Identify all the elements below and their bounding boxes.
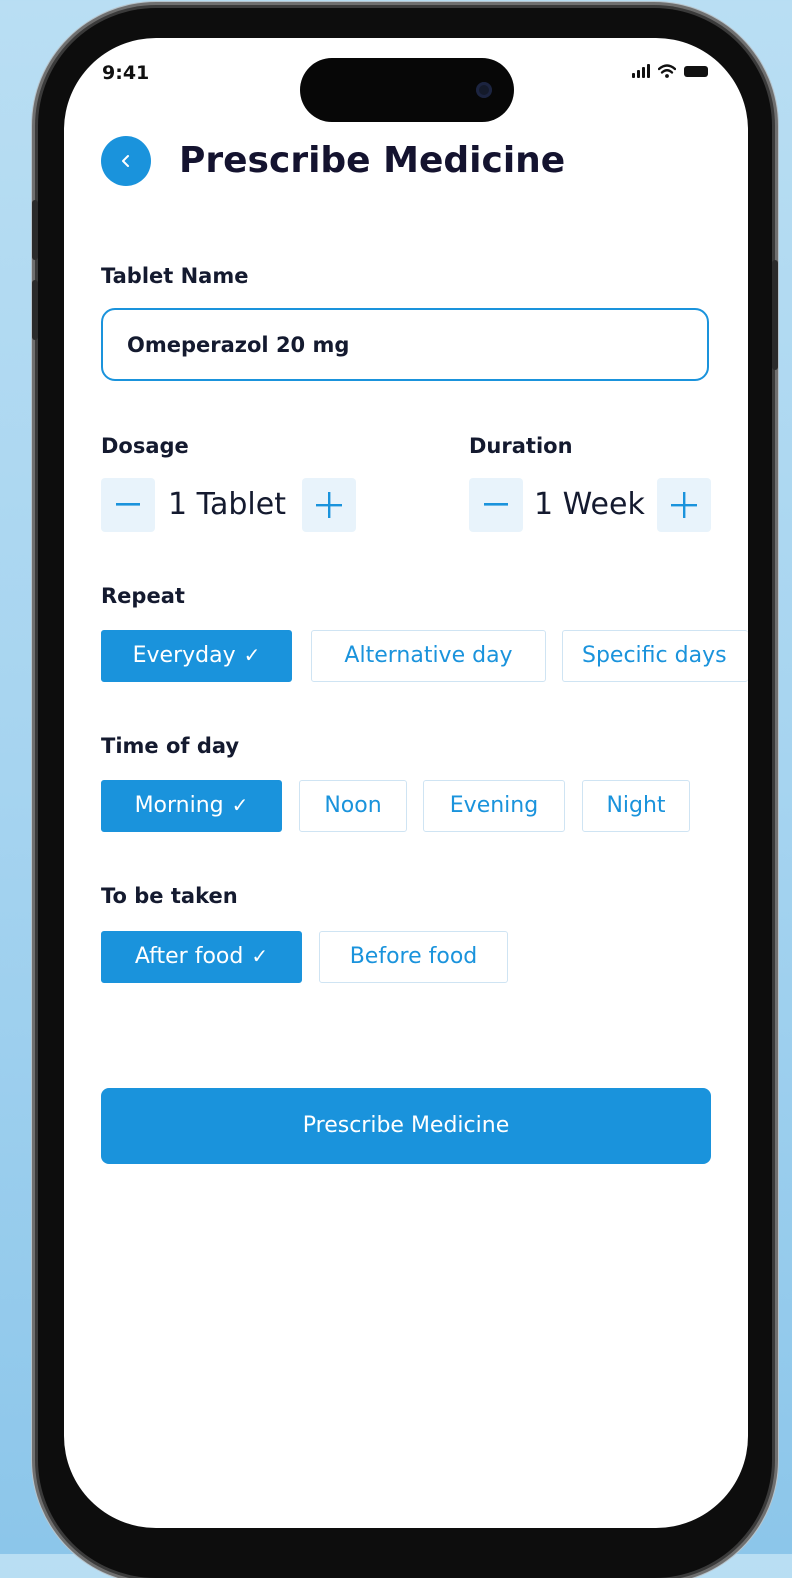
- check-icon: ✓: [231, 793, 249, 817]
- camera-icon: [476, 82, 492, 98]
- back-button[interactable]: [101, 136, 151, 186]
- food-option-before-food[interactable]: Before food: [319, 931, 508, 983]
- power-button: [772, 260, 778, 370]
- status-icons: [632, 64, 708, 78]
- minus-icon: [484, 503, 508, 506]
- chip-label: Everyday: [132, 643, 236, 668]
- app-screen: 9:41 Prescribe Medicine Tablet Name Dosa…: [64, 38, 748, 1528]
- duration-label: Duration: [469, 434, 573, 458]
- food-option-after-food[interactable]: After food ✓: [101, 931, 302, 983]
- check-icon: ✓: [251, 944, 269, 968]
- repeat-option-alternative-day[interactable]: Alternative day: [311, 630, 546, 682]
- dynamic-island: [300, 58, 514, 122]
- duration-increment-button[interactable]: [657, 478, 711, 532]
- wifi-icon: [658, 64, 676, 78]
- chip-label: Night: [606, 793, 666, 818]
- chip-label: Alternative day: [344, 643, 513, 668]
- repeat-option-everyday[interactable]: Everyday ✓: [101, 630, 292, 682]
- back-arrow-icon: [122, 155, 129, 167]
- time-of-day-label: Time of day: [101, 734, 240, 758]
- signal-icon: [632, 64, 650, 78]
- status-time: 9:41: [102, 62, 150, 84]
- prescribe-medicine-button[interactable]: Prescribe Medicine: [101, 1088, 711, 1164]
- volume-up-button: [32, 200, 38, 260]
- dosage-increment-button[interactable]: [302, 478, 356, 532]
- chip-label: Morning: [134, 793, 224, 818]
- tablet-name-input[interactable]: [101, 308, 709, 381]
- page-title: Prescribe Medicine: [179, 140, 566, 181]
- dosage-label: Dosage: [101, 434, 189, 458]
- time-option-night[interactable]: Night: [582, 780, 690, 832]
- time-option-noon[interactable]: Noon: [299, 780, 407, 832]
- dosage-decrement-button[interactable]: [101, 478, 155, 532]
- battery-icon: [684, 66, 708, 77]
- duration-value: 1 Week: [534, 487, 645, 522]
- tablet-name-label: Tablet Name: [101, 264, 249, 288]
- time-option-evening[interactable]: Evening: [423, 780, 565, 832]
- chip-label: After food: [134, 944, 244, 969]
- plus-icon: [316, 492, 342, 518]
- check-icon: ✓: [243, 643, 261, 667]
- time-option-morning[interactable]: Morning ✓: [101, 780, 282, 832]
- repeat-option-specific-days[interactable]: Specific days: [562, 630, 748, 682]
- dosage-value: 1 Tablet: [168, 487, 286, 522]
- chip-label: Before food: [349, 944, 478, 969]
- repeat-label: Repeat: [101, 584, 185, 608]
- to-be-taken-label: To be taken: [101, 884, 238, 908]
- minus-icon: [116, 503, 140, 506]
- volume-down-button: [32, 280, 38, 340]
- chip-label: Evening: [449, 793, 539, 818]
- plus-icon: [671, 492, 697, 518]
- chip-label: Noon: [324, 793, 382, 818]
- duration-decrement-button[interactable]: [469, 478, 523, 532]
- chip-label: Specific days: [582, 643, 727, 668]
